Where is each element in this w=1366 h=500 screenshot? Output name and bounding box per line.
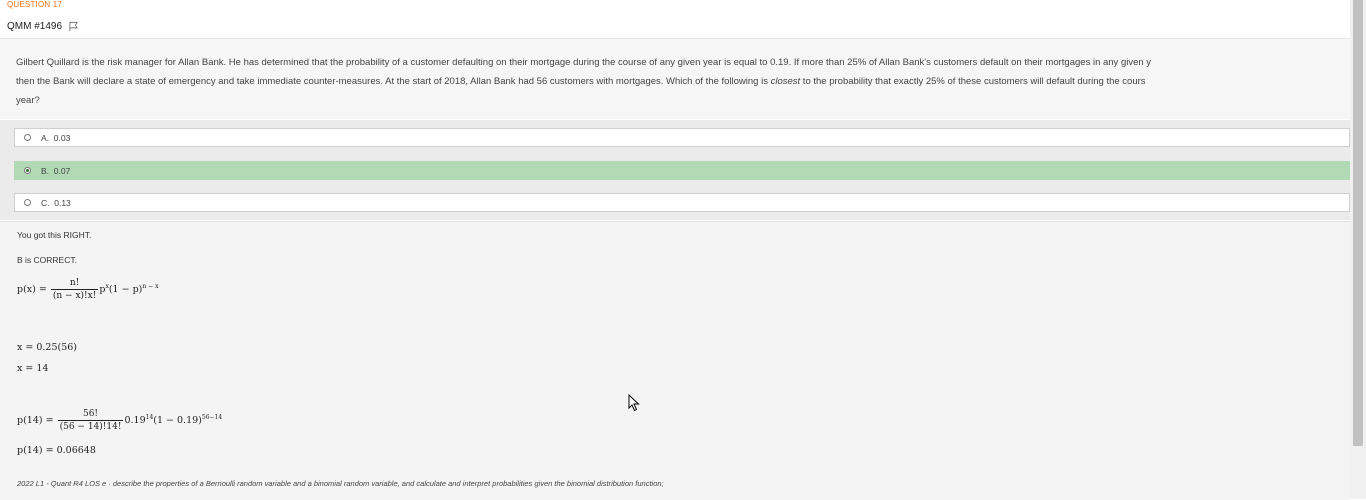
answer-line: p(14) = 0.06648: [17, 445, 96, 456]
x-line-1: x = 0.25(56): [17, 342, 78, 353]
answer-options: A. 0.03 B. 0.07 C. 0.13: [0, 120, 1350, 220]
section-label: QUESTION 17: [7, 0, 63, 9]
question-id: QMM #1496: [7, 21, 79, 32]
option-a[interactable]: A. 0.03: [14, 128, 1350, 147]
explanation-panel: You got this RIGHT. B is CORRECT. p(x) =…: [0, 221, 1350, 500]
radio-icon[interactable]: [24, 134, 31, 141]
scrollbar[interactable]: [1350, 0, 1366, 499]
flag-icon[interactable]: [68, 21, 79, 32]
result-text: You got this RIGHT.: [17, 230, 92, 240]
scrollbar-thumb[interactable]: [1353, 0, 1363, 446]
calculation: p(14) = 56! (56 − 14)!14! 0.1914(1 − 0.19)…: [17, 409, 223, 432]
question-box: Gilbert Quillard is the risk manager for…: [0, 38, 1350, 119]
question-id-text: QMM #1496: [7, 21, 63, 32]
x-line-2: x = 14: [17, 363, 49, 374]
mouse-cursor-icon: [628, 394, 640, 412]
option-b[interactable]: B. 0.07: [14, 161, 1350, 180]
radio-selected-icon[interactable]: [24, 167, 31, 174]
radio-icon[interactable]: [24, 199, 31, 206]
option-c[interactable]: C. 0.13: [14, 193, 1350, 212]
binomial-formula: p(x) = n! (n − x)!x! px(1 − p)n − x: [17, 278, 159, 301]
los-text: 2022 L1 - Quant R4 LOS e · describe the …: [17, 479, 664, 488]
question-text: Gilbert Quillard is the risk manager for…: [16, 57, 1152, 106]
correct-answer-text: B is CORRECT.: [17, 255, 77, 265]
